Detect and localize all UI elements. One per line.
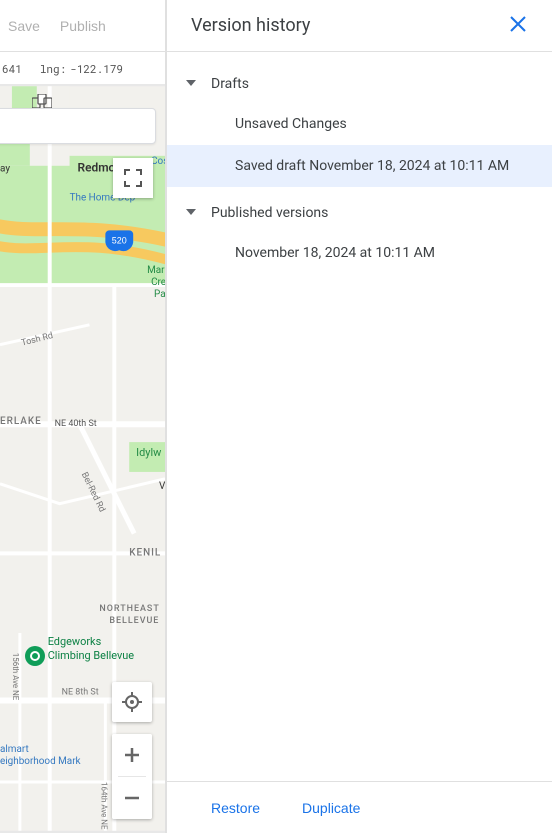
fullscreen-button[interactable]	[113, 158, 153, 198]
save-button[interactable]: Save	[8, 18, 40, 34]
panel-header: Version history	[167, 0, 552, 52]
label-nebel1: BELLEVUE	[109, 616, 159, 626]
toolbar: Save Publish	[0, 0, 166, 52]
duplicate-button[interactable]: Duplicate	[302, 800, 360, 816]
zoom-in-button[interactable]	[112, 734, 152, 776]
chevron-down-icon	[185, 74, 197, 93]
label-idylw: Idylw	[136, 446, 161, 459]
published-section-title: Published versions	[211, 205, 328, 221]
label-almart1: eighborhood Mark	[0, 756, 82, 767]
map-search-input[interactable]	[0, 108, 156, 144]
zoom-out-button[interactable]	[112, 777, 152, 819]
drafts-section-title: Drafts	[211, 76, 249, 92]
panel-body: Drafts Unsaved Changes Saved draft Novem…	[167, 52, 552, 781]
close-button[interactable]	[502, 8, 534, 43]
label-mar2: Pa	[154, 289, 165, 300]
label-cost: Cost	[151, 156, 165, 167]
coordinates-bar: 641 lng: -122.179	[0, 52, 166, 84]
label-edge1: Climbing Bellevue	[48, 649, 135, 662]
label-mar1: Cre	[151, 277, 165, 288]
lng-label: lng:	[40, 61, 66, 76]
drafts-section-header[interactable]: Drafts	[167, 64, 552, 103]
label-ay: ay	[0, 164, 10, 175]
fullscreen-icon	[124, 169, 142, 187]
lng-value: -122.179	[70, 61, 123, 76]
label-164: 164th Ave NE	[99, 782, 108, 830]
close-icon	[508, 14, 528, 34]
restore-button[interactable]: Restore	[211, 800, 260, 816]
hwy-520-badge: 520	[112, 235, 127, 245]
label-ne40: NE 40th St	[55, 419, 97, 429]
minus-icon	[124, 790, 140, 806]
label-nebel0: NORTHEAST	[99, 604, 159, 614]
plus-icon	[124, 747, 140, 763]
published-section-header[interactable]: Published versions	[167, 193, 552, 232]
label-almart0: almart	[0, 744, 29, 755]
version-item-unsaved[interactable]: Unsaved Changes	[167, 103, 552, 145]
my-location-button[interactable]	[112, 682, 152, 722]
publish-button[interactable]: Publish	[60, 18, 106, 34]
layers-icon[interactable]	[32, 93, 52, 107]
zoom-control	[112, 734, 152, 819]
chevron-down-icon	[185, 203, 197, 222]
version-item-published[interactable]: November 18, 2024 at 10:11 AM	[167, 232, 552, 274]
lat-value: 641	[0, 61, 22, 76]
label-erlake: ERLAKE	[0, 416, 42, 427]
label-kenil: KENIL	[129, 547, 161, 558]
label-ne8: NE 8th St	[62, 688, 99, 698]
label-edge0: Edgeworks	[48, 635, 102, 648]
poi-marker[interactable]	[24, 645, 46, 667]
panel-footer: Restore Duplicate	[167, 781, 552, 833]
panel-title: Version history	[191, 15, 310, 36]
label-156: 156th Ave NE	[11, 653, 20, 701]
label-v: V	[159, 481, 165, 492]
crosshair-icon	[122, 692, 142, 712]
version-item-saved-draft[interactable]: Saved draft November 18, 2024 at 10:11 A…	[167, 145, 552, 187]
label-mar0: Mar	[147, 265, 165, 276]
version-history-panel: Version history Drafts Unsaved Changes S…	[166, 0, 552, 833]
